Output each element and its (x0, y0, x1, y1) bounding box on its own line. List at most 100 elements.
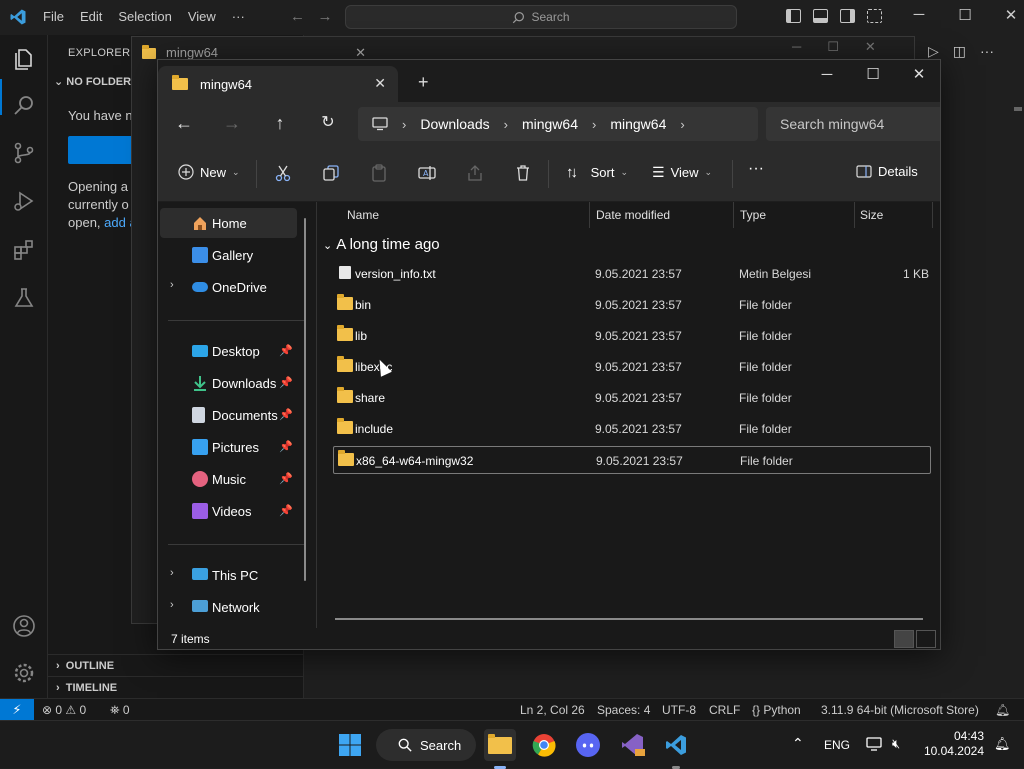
run-debug-icon[interactable] (12, 189, 36, 213)
new-tab-plus-icon[interactable]: + (418, 72, 429, 93)
chevron-right-icon[interactable]: › (402, 117, 406, 132)
chrome-icon[interactable] (528, 729, 560, 761)
breadcrumb-mingw64[interactable]: mingw64 (522, 116, 578, 132)
copy-icon[interactable] (322, 164, 340, 182)
address-bar[interactable]: › Downloads › mingw64 › mingw64 › (358, 107, 758, 141)
new-button[interactable]: New ⌄ (178, 164, 240, 180)
table-row[interactable]: lib 9.05.2021 23:57 File folder (333, 322, 931, 350)
nav-item-this-pc[interactable]: › This PC (160, 560, 297, 590)
menu-file[interactable]: File (43, 9, 64, 24)
chevron-right-icon[interactable]: › (170, 567, 174, 579)
column-divider[interactable] (589, 202, 590, 228)
maximize-icon[interactable]: ☐ (850, 64, 896, 94)
pin-icon[interactable]: 📌 (279, 376, 293, 389)
start-windows-icon[interactable] (334, 729, 366, 761)
close-icon[interactable]: ✕ (865, 39, 876, 55)
network-monitor-icon[interactable] (866, 737, 882, 751)
details-pane-button[interactable]: Details (856, 164, 918, 179)
explorer-files-icon[interactable] (12, 47, 36, 71)
menu-edit[interactable]: Edit (80, 9, 102, 24)
testing-flask-icon[interactable] (12, 286, 36, 310)
source-control-icon[interactable] (12, 141, 36, 165)
visual-studio-icon[interactable] (616, 729, 648, 761)
close-icon[interactable]: ✕ (988, 6, 1024, 24)
pin-icon[interactable]: 📌 (279, 472, 293, 485)
column-header-date[interactable]: Date modified (596, 208, 670, 222)
more-options-button[interactable]: ··· (748, 160, 764, 178)
pin-icon[interactable]: 📌 (279, 344, 293, 357)
chevron-right-icon[interactable]: › (592, 117, 596, 132)
back-arrow-icon[interactable]: ← (290, 8, 305, 25)
column-header-name[interactable]: Name (347, 208, 379, 222)
language-indicator[interactable]: ENG (824, 738, 850, 752)
nav-scrollbar[interactable] (304, 218, 306, 581)
chevron-right-icon[interactable]: › (504, 117, 508, 132)
pin-icon[interactable]: 📌 (279, 440, 293, 453)
run-button-icon[interactable]: ▷ (928, 43, 939, 60)
table-row[interactable]: include 9.05.2021 23:57 File folder (333, 415, 931, 443)
minimize-icon[interactable]: ─ (896, 6, 942, 24)
minimize-icon[interactable]: ─ (804, 64, 850, 94)
remote-indicator-icon[interactable]: ⚡ (0, 699, 34, 721)
outline-section[interactable]: › OUTLINE (48, 654, 304, 676)
nav-item-gallery[interactable]: Gallery (160, 240, 297, 270)
file-explorer-taskbar-icon[interactable] (484, 729, 516, 761)
column-header-size[interactable]: Size (860, 208, 883, 222)
table-row[interactable]: bin 9.05.2021 23:57 File folder (333, 291, 931, 319)
column-divider[interactable] (854, 202, 855, 228)
nav-item-pictures[interactable]: Pictures 📌 (160, 432, 297, 462)
speaker-muted-icon[interactable]: 🔇︎ (892, 736, 900, 752)
ports-indicator[interactable]: ⛯ 0 (110, 703, 130, 718)
toggle-secondary-sidebar-icon[interactable] (840, 9, 855, 23)
search-input[interactable]: Search mingw64 (766, 107, 940, 141)
table-row[interactable]: libexec 9.05.2021 23:57 File folder (333, 353, 931, 381)
cursor-position[interactable]: Ln 2, Col 26 (520, 703, 585, 717)
nav-item-onedrive[interactable]: › OneDrive (160, 272, 297, 302)
indentation[interactable]: Spaces: 4 (597, 703, 650, 717)
toggle-primary-sidebar-icon[interactable] (786, 9, 801, 23)
group-header[interactable]: ⌄ A long time ago (323, 236, 440, 253)
open-folder-button[interactable] (68, 136, 138, 164)
view-button[interactable]: ☰ View ⌄ (652, 164, 712, 181)
nav-item-documents[interactable]: Documents 📌 (160, 400, 297, 430)
nav-item-music[interactable]: Music 📌 (160, 464, 297, 494)
maximize-icon[interactable]: ☐ (827, 39, 839, 55)
breadcrumb-downloads[interactable]: Downloads (420, 116, 489, 132)
chevron-up-icon[interactable]: ⌃ (792, 735, 804, 752)
back-arrow-icon[interactable]: ← (172, 112, 196, 136)
pin-icon[interactable]: 📌 (279, 408, 293, 421)
forward-arrow-icon[interactable]: → (318, 8, 333, 25)
nav-item-network[interactable]: › Network (160, 592, 297, 622)
refresh-icon[interactable]: ↻ (316, 112, 340, 136)
account-icon[interactable] (12, 614, 36, 638)
menu-more[interactable]: ··· (232, 9, 245, 24)
customize-layout-icon[interactable] (867, 9, 882, 23)
notifications-bell-icon[interactable]: 🔔︎ (994, 736, 1011, 752)
search-icon[interactable] (12, 93, 36, 117)
cut-scissors-icon[interactable] (274, 164, 292, 182)
nav-item-desktop[interactable]: Desktop 📌 (160, 336, 297, 366)
horizontal-scrollbar[interactable] (335, 618, 923, 620)
language-mode[interactable]: {} Python (752, 703, 801, 717)
breadcrumb-mingw64-current[interactable]: mingw64 (610, 116, 666, 132)
vscode-taskbar-icon[interactable] (660, 729, 692, 761)
menu-selection[interactable]: Selection (118, 9, 171, 24)
rename-icon[interactable]: A (418, 164, 436, 182)
table-row[interactable]: share 9.05.2021 23:57 File folder (333, 384, 931, 412)
chevron-right-icon[interactable]: › (170, 279, 174, 291)
minimize-icon[interactable]: ─ (792, 39, 801, 55)
close-icon[interactable]: ✕ (896, 64, 940, 94)
column-divider[interactable] (932, 202, 933, 228)
chevron-right-icon[interactable]: › (680, 117, 684, 132)
explorer-tab[interactable]: mingw64 ✕ (158, 66, 398, 102)
maximize-icon[interactable]: ☐ (942, 6, 988, 24)
menu-view[interactable]: View (188, 9, 216, 24)
nav-item-home[interactable]: Home (160, 208, 297, 238)
problems-indicator[interactable]: ⊗ 0 ⚠ 0 (42, 703, 86, 717)
toggle-panel-icon[interactable] (813, 9, 828, 23)
table-row[interactable]: version_info.txt 9.05.2021 23:57 Metin Bel… (333, 260, 931, 288)
table-row[interactable]: x86_64-w64-mingw32 9.05.2021 23:57 File fo… (333, 446, 931, 474)
column-header-type[interactable]: Type (740, 208, 766, 222)
python-interpreter[interactable]: 3.11.9 64-bit (Microsoft Store) (821, 703, 979, 717)
details-view-icon[interactable] (894, 630, 914, 648)
